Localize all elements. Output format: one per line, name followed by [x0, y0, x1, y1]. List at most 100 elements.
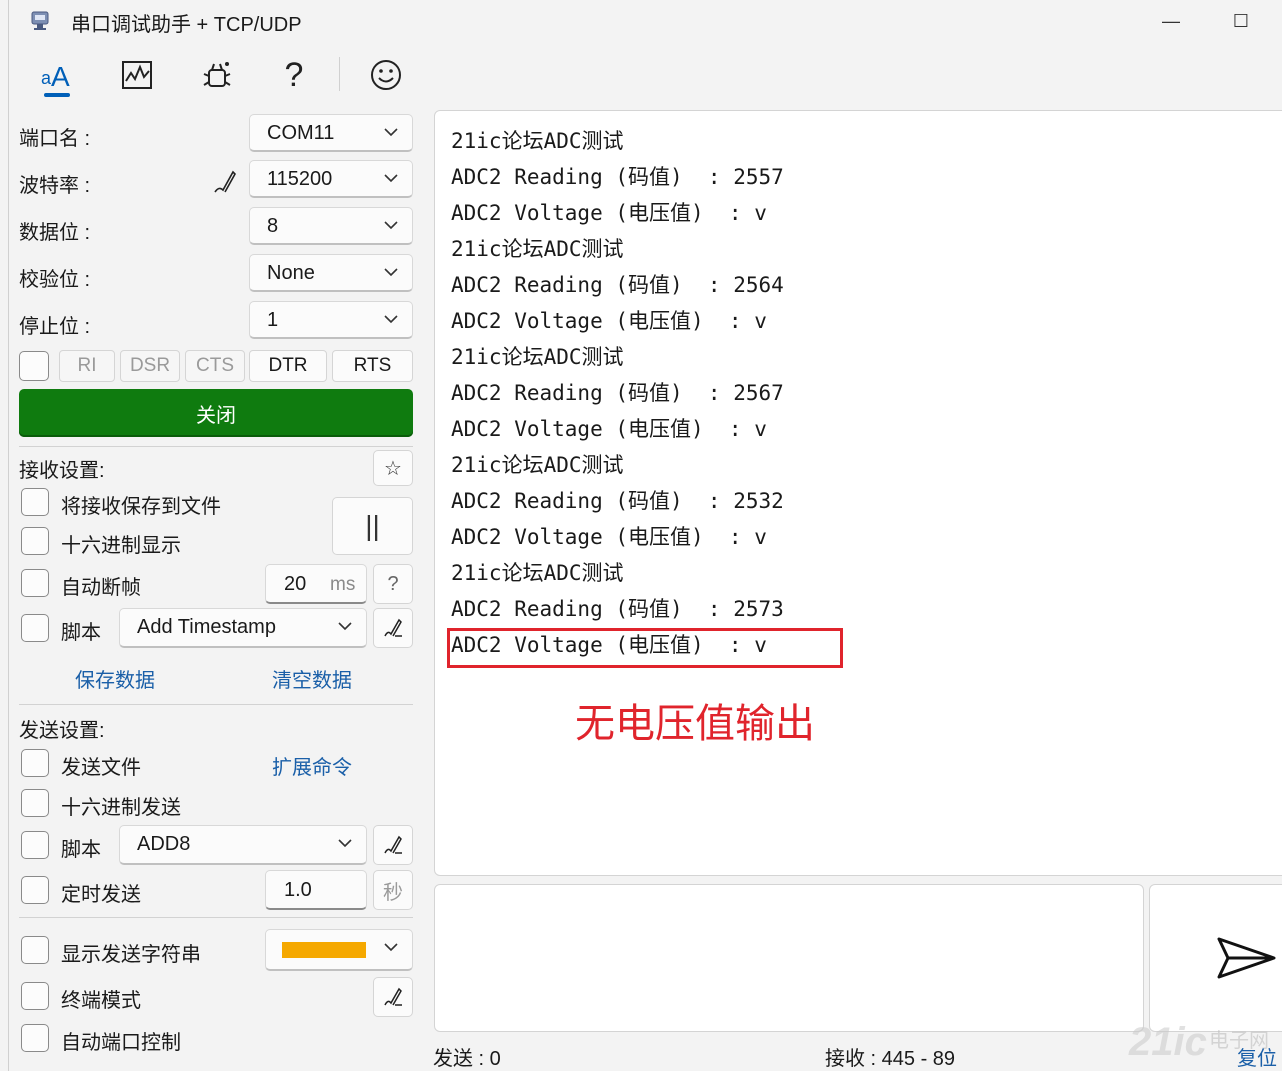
- port-select[interactable]: COM11: [249, 114, 413, 152]
- close-port-button[interactable]: 关闭: [19, 389, 413, 437]
- signature-icon: [384, 835, 402, 854]
- help-button[interactable]: ?: [269, 51, 319, 99]
- save-data-link[interactable]: 保存数据: [75, 664, 155, 693]
- receive-line: ADC2 Voltage (电压值) : v: [451, 201, 767, 225]
- timed-send-checkbox[interactable]: [21, 876, 49, 904]
- pause-button[interactable]: ||: [332, 497, 413, 555]
- text-format-button[interactable]: a A: [32, 51, 82, 99]
- frame-timeout-value: 20: [284, 573, 307, 595]
- auto-port-control-checkbox[interactable]: [21, 1024, 49, 1052]
- chevron-down-icon: [384, 268, 398, 277]
- send-input[interactable]: [434, 884, 1144, 1032]
- send-script-edit-button[interactable]: [373, 825, 413, 865]
- send-button[interactable]: [1149, 884, 1282, 1032]
- show-send-string-checkbox[interactable]: [21, 936, 49, 964]
- signature-icon: [384, 987, 402, 1006]
- hex-display-checkbox[interactable]: [21, 527, 49, 555]
- hex-display-label: 十六进制显示: [61, 535, 181, 557]
- receive-line: 21ic论坛ADC测试: [451, 453, 624, 477]
- sent-count: 发送 : 0: [433, 1048, 501, 1070]
- ext-commands-link[interactable]: 扩展命令: [272, 751, 352, 780]
- terminal-edit-button[interactable]: [373, 977, 413, 1017]
- about-button[interactable]: [361, 51, 411, 99]
- send-script-select[interactable]: ADD8: [119, 825, 367, 865]
- chevron-down-icon: [384, 221, 398, 230]
- highlight-box: [447, 628, 843, 668]
- received-count: 接收 : 445 - 89: [825, 1048, 956, 1070]
- debug-button[interactable]: [192, 51, 242, 99]
- signal-checkbox[interactable]: [19, 351, 49, 381]
- terminal-mode-checkbox[interactable]: [21, 982, 49, 1010]
- receive-settings-header: 接收设置:: [19, 460, 105, 482]
- stopbits-select[interactable]: 1: [249, 301, 413, 339]
- receive-area[interactable]: 21ic论坛ADC测试 ADC2 Reading (码值) : 2557 ADC2 …: [434, 110, 1282, 876]
- color-swatch: [282, 942, 366, 958]
- serial-port-app-icon: [31, 11, 49, 30]
- send-icon: [1217, 937, 1276, 979]
- send-color-select[interactable]: [265, 929, 413, 971]
- title-bar: 串口调试助手 + TCP/UDP — ☐: [9, 0, 1282, 42]
- divider: [19, 446, 413, 447]
- frame-timeout-unit: ms: [330, 574, 356, 595]
- send-settings-header: 发送设置:: [19, 720, 105, 742]
- rts-button[interactable]: RTS: [332, 350, 413, 382]
- signature-icon: [384, 618, 402, 637]
- star-icon: ☆: [384, 457, 402, 480]
- signature-icon[interactable]: [211, 168, 239, 196]
- chevron-down-icon: [384, 128, 398, 137]
- receive-script-checkbox[interactable]: [21, 614, 49, 642]
- databits-select[interactable]: 8: [249, 207, 413, 245]
- timed-unit-label: 秒: [383, 881, 403, 904]
- text-format-icon: a A: [41, 61, 70, 92]
- parity-select[interactable]: None: [249, 254, 413, 292]
- receive-line: 21ic论坛ADC测试: [451, 237, 624, 261]
- receive-line: ADC2 Reading (码值) : 2573: [451, 597, 784, 621]
- app-window: 串口调试助手 + TCP/UDP — ☐ a A ? 端口名: COM11 波…: [8, 0, 1282, 1071]
- baud-value: 115200: [267, 168, 333, 190]
- send-file-checkbox[interactable]: [21, 749, 49, 777]
- pause-icon: ||: [365, 510, 380, 541]
- send-script-label: 脚本: [61, 839, 101, 861]
- window-title: 串口调试助手 + TCP/UDP: [71, 14, 302, 36]
- toolbar-separator: [339, 57, 340, 91]
- help-icon: ?: [284, 55, 304, 94]
- terminal-mode-label: 终端模式: [61, 990, 141, 1012]
- stopbits-value: 1: [267, 309, 279, 331]
- save-to-file-checkbox[interactable]: [21, 488, 49, 516]
- receive-line: ADC2 Reading (码值) : 2564: [451, 273, 784, 297]
- chevron-down-icon: [338, 622, 352, 631]
- receive-script-label: 脚本: [61, 622, 101, 644]
- port-value: COM11: [267, 122, 335, 144]
- smiley-icon: [371, 60, 401, 90]
- frame-help-button[interactable]: ?: [373, 564, 413, 604]
- parity-value: None: [267, 262, 315, 284]
- send-script-checkbox[interactable]: [21, 831, 49, 859]
- clear-data-link[interactable]: 清空数据: [272, 664, 352, 693]
- baud-select[interactable]: 115200: [249, 160, 413, 198]
- ri-button: RI: [59, 350, 115, 382]
- annotation-text: 无电压值输出: [575, 702, 815, 746]
- reset-link[interactable]: 复位: [1237, 1042, 1277, 1071]
- debug-icon: [203, 62, 231, 87]
- waveform-button[interactable]: [112, 51, 162, 99]
- auto-frame-label: 自动断帧: [61, 577, 141, 599]
- settings-panel: 端口名 : COM11 波特率 : 115200 数据位 : 8 校验位 : N…: [9, 104, 427, 1071]
- dtr-button[interactable]: DTR: [249, 350, 327, 382]
- parity-label: 校验位 :: [19, 269, 91, 291]
- send-script-value: ADD8: [137, 833, 191, 855]
- timed-send-label: 定时发送: [61, 884, 141, 906]
- svg-text:A: A: [51, 61, 70, 92]
- save-to-file-label: 将接收保存到文件: [61, 496, 221, 518]
- receive-script-edit-button[interactable]: [373, 608, 413, 648]
- maximize-button[interactable]: ☐: [1221, 6, 1261, 36]
- watermark-logo: 21ic: [1129, 1020, 1207, 1064]
- frame-timeout-input[interactable]: 20 ms: [265, 564, 367, 604]
- favorite-button[interactable]: ☆: [373, 450, 413, 486]
- hex-send-checkbox[interactable]: [21, 789, 49, 817]
- minimize-button[interactable]: —: [1151, 6, 1191, 36]
- timed-unit-box: 秒: [373, 870, 413, 910]
- auto-frame-checkbox[interactable]: [21, 569, 49, 597]
- timed-interval-input[interactable]: 1.0: [265, 870, 367, 910]
- receive-script-select[interactable]: Add Timestamp: [119, 608, 367, 648]
- chevron-down-icon: [384, 315, 398, 324]
